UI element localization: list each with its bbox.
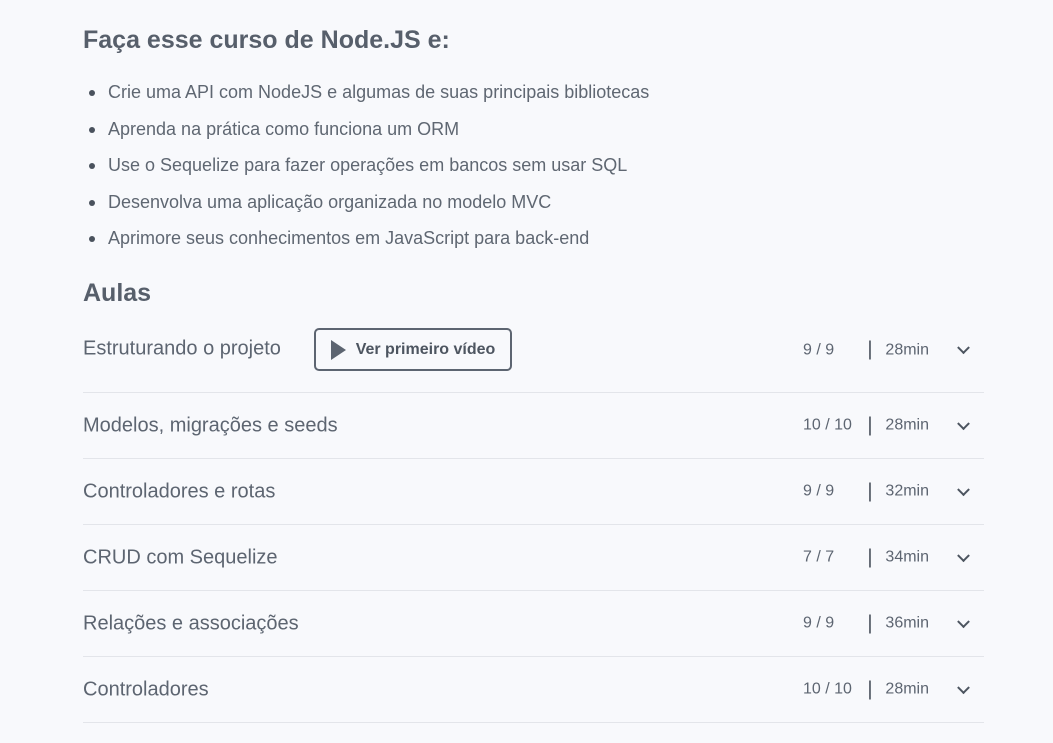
lesson-meta: 9 / 9 | 32min (803, 480, 929, 503)
meta-separator: | (867, 338, 873, 361)
lesson-duration: 28min (885, 341, 929, 358)
lessons-title: Aulas (83, 279, 152, 307)
meta-separator: | (867, 678, 873, 700)
lesson-row[interactable]: Relações e associações 9 / 9 | 36min (83, 591, 984, 657)
benefit-item: Aprenda na prática como funciona um ORM (83, 117, 649, 154)
benefit-item: Crie uma API com NodeJS e algumas de sua… (83, 80, 649, 117)
lesson-title: Modelos, migrações e seeds (83, 414, 338, 436)
lesson-meta: 10 / 10 | 28min (803, 678, 929, 701)
lesson-count: 9 / 9 (803, 614, 835, 632)
benefits-list: Crie uma API com NodeJS e algumas de sua… (83, 80, 649, 263)
lesson-row[interactable]: CRUD com Sequelize 7 / 7 | 34min (83, 525, 984, 591)
meta-separator: | (867, 480, 873, 502)
course-benefits-title: Faça esse curso de Node.JS e: (83, 26, 450, 54)
lesson-row[interactable]: Controladores e rotas 9 / 9 | 32min (83, 459, 984, 525)
lesson-meta: 9 / 9 | 28min (803, 339, 929, 362)
benefit-item: Use o Sequelize para fazer operações em … (83, 153, 649, 190)
benefit-text: Aprenda na prática como funciona um ORM (108, 118, 460, 139)
benefit-text: Use o Sequelize para fazer operações em … (108, 155, 628, 175)
lesson-duration: 34min (885, 548, 929, 566)
benefit-text: Desenvolva uma aplicação organizada no m… (108, 191, 552, 212)
lesson-count: 7 / 7 (803, 548, 835, 566)
lesson-count: 10 / 10 (803, 680, 852, 698)
bullet-icon (89, 126, 95, 133)
bullet-icon (89, 163, 95, 169)
lesson-row[interactable]: Estruturando o projeto Ver primeiro víde… (83, 325, 984, 393)
benefit-text: Crie uma API com NodeJS e algumas de sua… (108, 82, 650, 102)
lesson-duration: 36min (885, 614, 929, 632)
watch-first-video-button[interactable]: Ver primeiro vídeo (314, 328, 512, 371)
lesson-title: CRUD com Sequelize (83, 546, 278, 568)
chevron-down-icon[interactable] (957, 614, 970, 628)
bullet-icon (89, 236, 95, 242)
benefit-item: Aprimore seus conhecimentos em JavaScrip… (83, 226, 649, 263)
lesson-duration: 28min (885, 680, 929, 698)
lesson-meta: 7 / 7 | 34min (803, 546, 929, 569)
chevron-down-icon[interactable] (957, 548, 970, 562)
lesson-row[interactable]: Controladores 10 / 10 | 28min (83, 657, 984, 723)
chevron-down-icon[interactable] (957, 680, 970, 694)
lesson-title: Relações e associações (83, 612, 299, 634)
meta-separator: | (867, 546, 873, 568)
lesson-count: 9 / 9 (803, 482, 835, 500)
lesson-count: 9 / 9 (803, 341, 835, 358)
meta-separator: | (867, 414, 873, 436)
chevron-down-icon[interactable] (957, 341, 970, 355)
bullet-icon (89, 90, 95, 96)
lesson-title: Controladores e rotas (83, 480, 276, 502)
watch-first-video-label: Ver primeiro vídeo (355, 340, 496, 358)
lesson-duration: 32min (885, 482, 929, 500)
lesson-row[interactable]: Modelos, migrações e seeds 10 / 10 | 28m… (83, 393, 984, 459)
lessons-list: Estruturando o projeto Ver primeiro víde… (83, 325, 984, 723)
lesson-meta: 10 / 10 | 28min (803, 414, 929, 437)
play-icon (330, 339, 346, 360)
benefit-text: Aprimore seus conhecimentos em JavaScrip… (108, 228, 590, 248)
chevron-down-icon[interactable] (957, 416, 970, 430)
lesson-meta: 9 / 9 | 36min (803, 612, 929, 635)
bullet-icon (89, 199, 95, 206)
lesson-duration: 28min (885, 416, 929, 434)
benefit-item: Desenvolva uma aplicação organizada no m… (83, 190, 649, 227)
lesson-count: 10 / 10 (803, 416, 852, 434)
chevron-down-icon[interactable] (957, 482, 970, 496)
lesson-title: Estruturando o projeto (83, 337, 281, 360)
meta-separator: | (867, 612, 873, 634)
lesson-title: Controladores (83, 678, 209, 700)
